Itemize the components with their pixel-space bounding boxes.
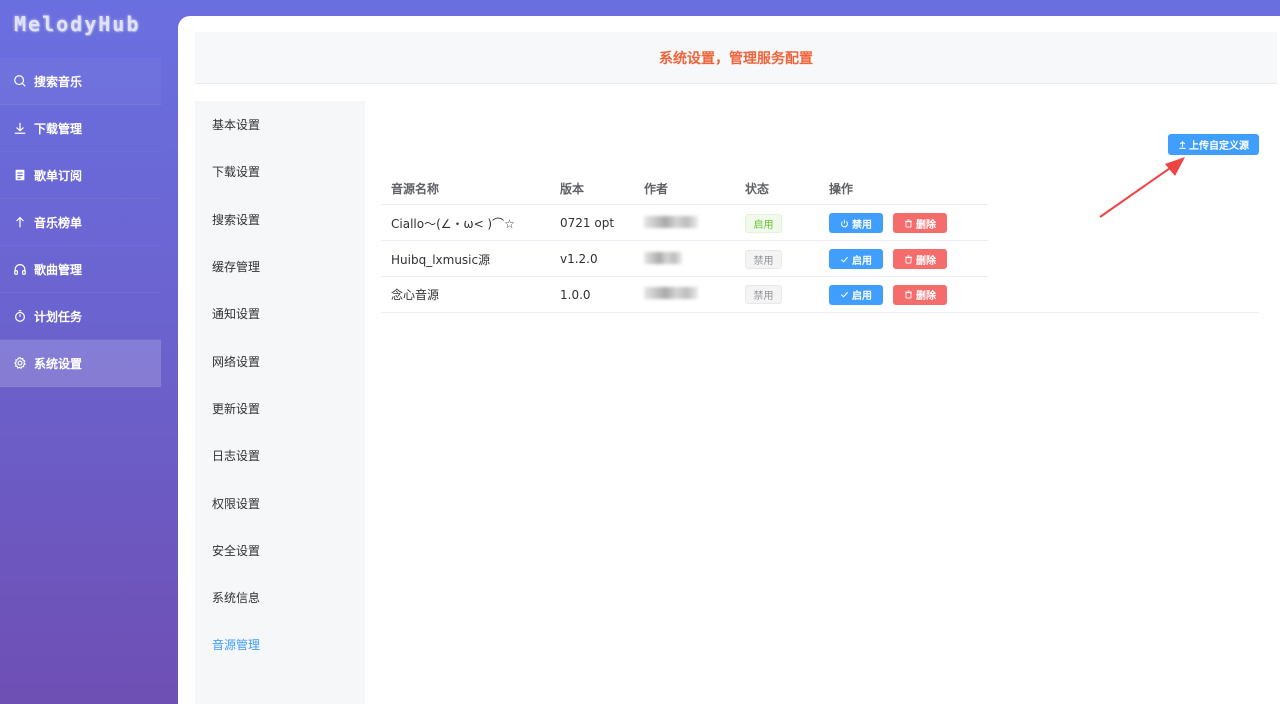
disable-button-label: 禁用 xyxy=(852,219,872,231)
app-logo: MelodyHub xyxy=(14,12,141,36)
enable-button[interactable]: 启用 xyxy=(829,249,883,269)
status-badge: 启用 xyxy=(745,213,782,233)
settings-menu-item[interactable]: 下载设置 xyxy=(195,148,365,195)
settings-menu-item[interactable]: 安全设置 xyxy=(195,527,365,574)
headphones-icon xyxy=(12,261,28,277)
row-divider xyxy=(381,204,988,205)
upload-button-label: 上传自定义源 xyxy=(1189,141,1249,152)
check-icon xyxy=(840,255,849,264)
delete-button-label: 删除 xyxy=(916,291,936,302)
status-cell: 启用 xyxy=(745,213,829,233)
sidebar-item-label: 计划任务 xyxy=(34,309,83,324)
settings-menu-item[interactable]: 通知设置 xyxy=(195,290,365,337)
source-name: 念心音源 xyxy=(391,288,440,302)
sidebar-item-label: 歌单订阅 xyxy=(34,168,83,183)
source-version: 1.0.0 xyxy=(560,287,591,302)
enable-button-label: 启用 xyxy=(852,291,872,302)
sidebar-item-song-manager[interactable]: 歌曲管理 xyxy=(0,246,161,293)
delete-button-label: 删除 xyxy=(916,255,936,267)
row-divider xyxy=(381,240,988,241)
source-version: v1.2.0 xyxy=(560,252,598,266)
status-badge: 禁用 xyxy=(745,249,782,269)
source-version: 0721 opt xyxy=(560,216,615,230)
arrow-up-icon xyxy=(12,214,28,230)
clipboard-icon xyxy=(12,167,28,183)
main-panel: 系统设置，管理服务配置 基本设置 下载设置 搜索设置 缓存管理 通知设置 网络设… xyxy=(178,16,1280,704)
sidebar-item-label: 系统设置 xyxy=(34,356,83,371)
settings-menu-item-active[interactable]: 音源管理 xyxy=(195,621,365,668)
column-header-version: 版本 xyxy=(560,181,585,196)
page-title: 系统设置，管理服务配置 xyxy=(195,32,1277,84)
delete-button[interactable]: 删除 xyxy=(893,213,947,233)
table-row: Huibq_lxmusic源 v1.2.0 禁用 启用 删除 xyxy=(381,240,1259,277)
power-icon xyxy=(840,219,849,228)
settings-menu-item[interactable]: 权限设置 xyxy=(195,479,365,526)
annotation-arrow xyxy=(1099,157,1185,218)
sidebar-item-label: 歌曲管理 xyxy=(34,262,83,277)
settings-menu: 基本设置 下载设置 搜索设置 缓存管理 通知设置 网络设置 更新设置 日志设置 … xyxy=(195,101,365,704)
sidebar-item-scheduled-tasks[interactable]: 计划任务 xyxy=(0,293,161,340)
table-row: 念心音源 1.0.0 禁用 启用 删除 xyxy=(381,276,1259,313)
actions-cell: 禁用 删除 xyxy=(829,213,1029,233)
download-icon xyxy=(12,120,28,136)
actions-cell: 启用 删除 xyxy=(829,249,1029,269)
settings-menu-item[interactable]: 搜索设置 xyxy=(195,196,365,243)
row-divider xyxy=(381,276,988,277)
sidebar-item-playlist-subscription[interactable]: 歌单订阅 xyxy=(0,152,161,199)
trash-icon xyxy=(904,218,913,228)
search-icon xyxy=(12,73,28,89)
source-author-redacted xyxy=(644,251,745,267)
upload-icon xyxy=(1178,140,1187,149)
disable-button[interactable]: 禁用 xyxy=(829,213,883,233)
gear-icon xyxy=(12,355,28,371)
sidebar-item-system-settings[interactable]: 系统设置 xyxy=(0,340,161,387)
sidebar-item-label: 下载管理 xyxy=(34,121,83,136)
sidebar-item-label: 搜索音乐 xyxy=(34,74,83,89)
sidebar-item-music-charts[interactable]: 音乐榜单 xyxy=(0,199,161,246)
settings-menu-item[interactable]: 日志设置 xyxy=(195,432,365,479)
actions-cell: 启用 删除 xyxy=(829,284,1029,305)
redacted-author xyxy=(644,215,698,228)
enable-button[interactable]: 启用 xyxy=(829,284,883,305)
settings-menu-item[interactable]: 更新设置 xyxy=(195,385,365,432)
source-name: Huibq_lxmusic源 xyxy=(391,252,491,267)
trash-icon xyxy=(904,290,913,299)
delete-button[interactable]: 删除 xyxy=(893,284,947,305)
delete-button-label: 删除 xyxy=(916,219,936,231)
sidebar-item-search-music[interactable]: 搜索音乐 xyxy=(0,58,161,105)
source-author-redacted xyxy=(644,215,745,231)
sidebar: 搜索音乐 下载管理 歌单订阅 音乐榜单 歌曲管理 计划任务 系统设置 xyxy=(0,58,161,387)
source-name: Ciallo～(∠・ω< )⌒☆ xyxy=(391,216,515,231)
settings-menu-item[interactable]: 网络设置 xyxy=(195,337,365,384)
delete-button[interactable]: 删除 xyxy=(893,249,947,269)
redacted-author xyxy=(644,287,698,299)
column-header-actions: 操作 xyxy=(829,181,854,196)
settings-menu-item[interactable]: 基本设置 xyxy=(195,101,365,148)
sidebar-item-download-manager[interactable]: 下载管理 xyxy=(0,105,161,152)
source-author-redacted xyxy=(644,287,745,302)
timer-icon xyxy=(12,308,28,324)
column-header-status: 状态 xyxy=(745,181,770,196)
enable-button-label: 启用 xyxy=(852,255,872,267)
settings-menu-item[interactable]: 缓存管理 xyxy=(195,243,365,290)
status-cell: 禁用 xyxy=(745,249,829,269)
settings-menu-item[interactable]: 系统信息 xyxy=(195,574,365,621)
check-icon xyxy=(840,290,849,299)
sidebar-item-label: 音乐榜单 xyxy=(34,215,83,230)
column-header-name: 音源名称 xyxy=(391,181,440,196)
redacted-author xyxy=(644,251,682,264)
column-header-author: 作者 xyxy=(644,181,669,196)
status-badge: 禁用 xyxy=(745,285,782,304)
status-cell: 禁用 xyxy=(745,285,829,304)
trash-icon xyxy=(904,254,913,264)
